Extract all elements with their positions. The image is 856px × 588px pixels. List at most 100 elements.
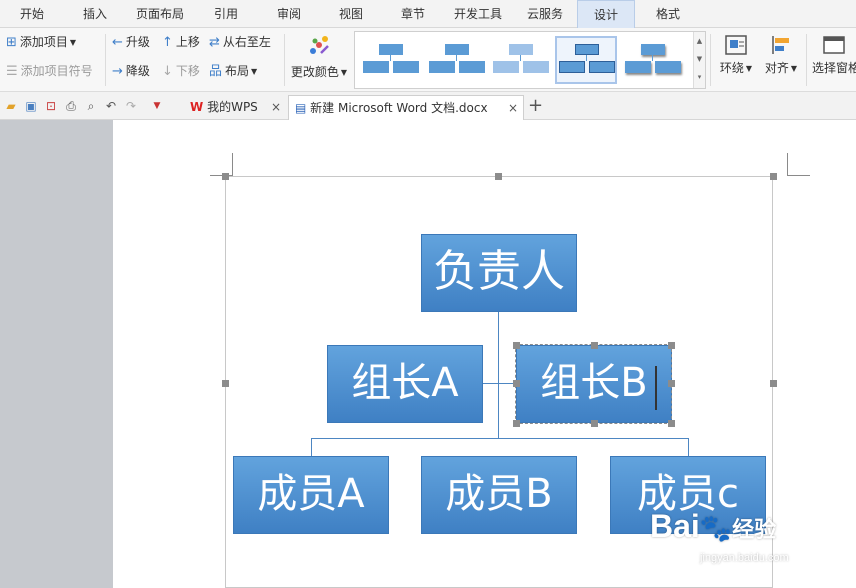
tab-insert[interactable]: 插入 (78, 0, 112, 28)
resize-handle[interactable] (770, 380, 777, 387)
tab-developer[interactable]: 开发工具 (450, 0, 506, 28)
promote-button[interactable]: ← 升级 (112, 31, 150, 53)
selection-pane-label: 选择窗格 (812, 61, 856, 75)
connector-line (311, 438, 312, 457)
chevron-down-icon: ▼ (69, 37, 77, 47)
wrap-button[interactable]: 环绕 ▼ (716, 34, 756, 76)
right-to-left-button[interactable]: ⇄ 从右至左 (209, 31, 271, 53)
resize-handle[interactable] (591, 420, 598, 427)
doctab-my-wps-label: 我的WPS (207, 100, 258, 114)
style-option-4-selected[interactable] (555, 36, 617, 84)
new-tab-icon[interactable]: + (528, 95, 543, 117)
org-node-group-leader-a[interactable]: 组长A (327, 345, 483, 423)
resize-handle[interactable] (668, 342, 675, 349)
tab-design[interactable]: 设计 (577, 0, 635, 28)
close-tab-icon[interactable]: × (508, 96, 518, 120)
connector-line (688, 438, 689, 457)
style-preview-box (625, 61, 651, 73)
close-tab-icon[interactable]: × (271, 95, 281, 119)
arrow-left-icon: ← (112, 34, 123, 50)
open-folder-icon[interactable]: ▰ (4, 99, 18, 113)
style-preview-box (429, 61, 455, 73)
align-button[interactable]: 对齐 ▼ (760, 34, 802, 76)
connector-line (311, 438, 689, 439)
resize-handle[interactable] (513, 380, 520, 387)
style-option-3[interactable] (489, 36, 551, 84)
tab-review[interactable]: 审阅 (272, 0, 306, 28)
wrap-label: 环绕 (719, 61, 744, 75)
print-preview-icon[interactable]: ⌕ (84, 99, 98, 113)
resize-handle[interactable] (513, 420, 520, 427)
print-icon[interactable]: ⎙ (64, 99, 78, 113)
resize-handle[interactable] (222, 173, 229, 180)
redo-icon[interactable]: ↷ (124, 99, 138, 113)
selection-outline (515, 344, 672, 424)
gallery-scroll[interactable]: ▲ ▼ ▾ (693, 32, 705, 88)
add-bullet-button[interactable]: ☰ 添加项目符号 (6, 60, 93, 82)
demote-label: 降级 (125, 64, 150, 78)
add-bullet-label: 添加项目符号 (20, 64, 93, 78)
style-option-2[interactable] (425, 36, 487, 84)
add-item-label: 添加项目 (19, 35, 68, 49)
customize-toolbar-icon[interactable]: ▼ (150, 99, 164, 113)
org-node-member-b[interactable]: 成员B (421, 456, 577, 534)
style-preview-box (393, 61, 419, 73)
undo-icon[interactable]: ↶ (104, 99, 118, 113)
resize-handle[interactable] (591, 342, 598, 349)
resize-handle[interactable] (770, 173, 777, 180)
tab-format[interactable]: 格式 (643, 0, 693, 28)
chevron-down-icon: ▼ (251, 66, 258, 76)
change-colors-button[interactable]: 更改颜色 ▼ (288, 32, 350, 80)
tab-start[interactable]: 开始 (14, 0, 50, 28)
resize-handle[interactable] (668, 420, 675, 427)
move-up-label: 上移 (175, 35, 200, 49)
add-item-button[interactable]: ⊞ 添加项目 ▼ (6, 31, 76, 53)
resize-handle[interactable] (668, 380, 675, 387)
style-preview-box (493, 61, 519, 73)
resize-handle[interactable] (495, 173, 502, 180)
arrow-up-icon: ↑ (162, 34, 173, 50)
save-icon[interactable]: ▣ (24, 99, 38, 113)
color-palette-icon (310, 36, 329, 54)
style-preview-box (363, 61, 389, 73)
selection-pane-icon (823, 36, 845, 54)
style-option-1[interactable] (359, 36, 421, 84)
quick-access-bar: ▰ ▣ ⊡ ⎙ ⌕ ↶ ↷ ▼ W 我的WPS × ▤ 新建 Microsoft… (0, 92, 856, 120)
org-node-leader[interactable]: 负责人 (421, 234, 577, 312)
move-down-button[interactable]: ↓ 下移 (162, 60, 200, 82)
style-preview-box (655, 61, 681, 73)
doctab-my-wps[interactable]: W 我的WPS × (184, 95, 288, 120)
smartart-style-gallery: ▲ ▼ ▾ (354, 31, 706, 89)
style-preview-line (586, 55, 587, 61)
style-preview-box (379, 44, 403, 55)
scroll-down-icon[interactable]: ▼ (694, 50, 705, 68)
tab-references[interactable]: 引用 (209, 0, 243, 28)
resize-handle[interactable] (222, 380, 229, 387)
tab-sections[interactable]: 章节 (396, 0, 430, 28)
doctab-document-label: 新建 Microsoft Word 文档.docx (310, 101, 488, 115)
doctab-document[interactable]: ▤ 新建 Microsoft Word 文档.docx × (288, 95, 524, 120)
style-preview-box (559, 61, 585, 73)
arrow-right-icon: → (112, 63, 123, 79)
watermark-brand-cn: 经验 (732, 517, 777, 542)
align-icon (772, 36, 789, 54)
tab-page-layout[interactable]: 页面布局 (132, 0, 188, 28)
style-preview-box (641, 44, 665, 55)
org-node-member-a[interactable]: 成员A (233, 456, 389, 534)
demote-button[interactable]: → 降级 (112, 60, 150, 82)
move-up-button[interactable]: ↑ 上移 (162, 31, 200, 53)
tab-cloud[interactable]: 云服务 (522, 0, 568, 28)
add-bullet-icon: ☰ (6, 63, 18, 79)
connector-line (483, 383, 516, 384)
layout-button[interactable]: 品布局 ▼ (209, 60, 257, 82)
gallery-expand-icon[interactable]: ▾ (694, 68, 705, 86)
scroll-up-icon[interactable]: ▲ (694, 32, 705, 50)
left-navigation-pane (0, 120, 113, 588)
selection-pane-button[interactable]: 选择窗格 (812, 34, 856, 76)
style-option-5[interactable] (621, 36, 683, 84)
tab-view[interactable]: 视图 (334, 0, 368, 28)
resize-handle[interactable] (513, 342, 520, 349)
style-preview-box (509, 44, 533, 55)
watermark-brand: Bai🐾经验 (650, 508, 776, 545)
export-pdf-icon[interactable]: ⊡ (44, 99, 58, 113)
